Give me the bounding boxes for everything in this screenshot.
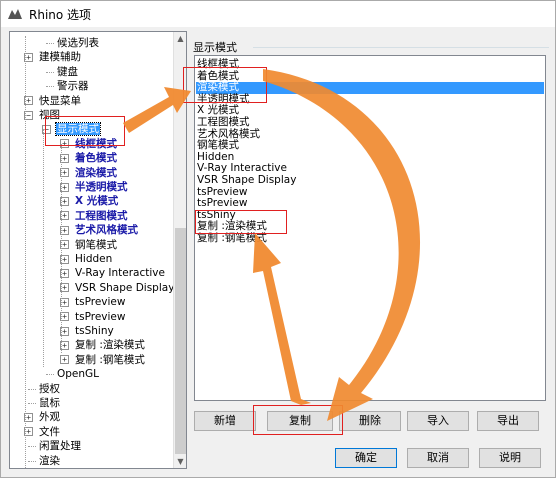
arrow-copy-to-new-item [253,233,311,405]
annotation-arrows [123,69,421,421]
arrow-tree-to-list [123,87,191,133]
options-dialog: Rhino 选项 候选列表 建模辅助 + 键盘 警示器 快显菜单 + 视图 − 显示模式 − 线框模式… [0,0,556,478]
